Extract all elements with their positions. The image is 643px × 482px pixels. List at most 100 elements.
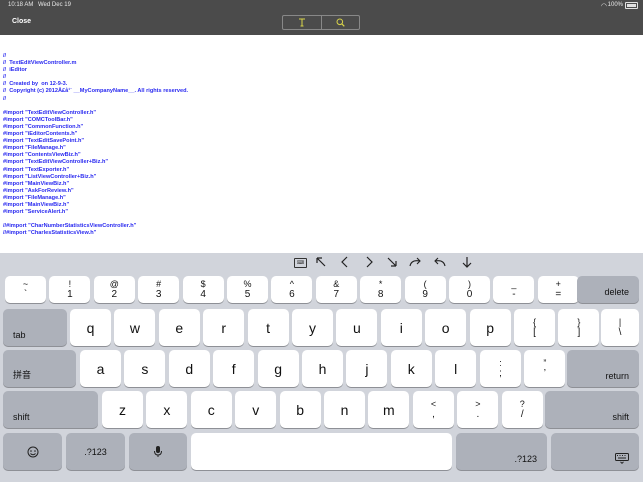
code-text[interactable]: //// TextEditViewController.m// iEditor /… xyxy=(3,53,188,237)
key-top-label: ) xyxy=(468,279,471,289)
key-label: return xyxy=(605,371,629,381)
key-label: .?123 xyxy=(84,446,107,457)
wifi-icon: ◠ xyxy=(600,3,607,10)
key-bottom-label: [ xyxy=(533,327,536,338)
key-q[interactable]: q xyxy=(70,309,111,346)
key-j[interactable]: j xyxy=(346,350,388,387)
key-0[interactable]: ) 0 xyxy=(449,276,490,303)
key-label: .?123 xyxy=(514,454,537,464)
key-z[interactable]: z xyxy=(102,391,143,428)
arrow-up-left-icon[interactable] xyxy=(315,256,327,271)
keyboard-hide-icon[interactable]: ⌨ xyxy=(294,258,307,268)
key-top-label: % xyxy=(243,279,252,289)
key-x[interactable]: x xyxy=(146,391,188,428)
key-bottom-label: ’ xyxy=(543,368,546,379)
search-icon[interactable] xyxy=(320,16,360,29)
key-label: shift xyxy=(612,412,629,422)
code-line: #import "AskForReview.h" xyxy=(3,187,74,194)
key-sym-2[interactable]: | \ xyxy=(601,309,639,346)
key-o[interactable]: o xyxy=(425,309,467,346)
key-4[interactable]: $4 xyxy=(182,276,224,303)
key-h[interactable]: h xyxy=(302,350,343,387)
key-i[interactable]: i xyxy=(380,309,422,346)
numbers-key-left[interactable]: .?123 xyxy=(66,433,125,470)
tab-key[interactable]: tab xyxy=(3,309,67,346)
key-8[interactable]: * 8 xyxy=(360,276,402,303)
key-punct-1[interactable]: ”’ xyxy=(524,350,566,387)
status-date: Wed Dec 19 xyxy=(38,2,71,8)
key-a[interactable]: a xyxy=(80,350,121,387)
key-label: i xyxy=(399,319,403,336)
undo-icon[interactable] xyxy=(433,256,446,271)
return-key[interactable]: return xyxy=(567,350,639,387)
key-s[interactable]: s xyxy=(124,350,166,387)
key-sym4-2[interactable]: ? / xyxy=(501,391,543,428)
key-bottom-label: - xyxy=(512,289,516,300)
arrow-down-right-icon[interactable] xyxy=(386,256,398,271)
key-1[interactable]: ! 1 xyxy=(49,276,91,303)
arrow-down-icon[interactable] xyxy=(461,256,473,271)
key-label: l xyxy=(454,360,458,377)
key-top-label: { xyxy=(532,317,536,327)
shift-key-left[interactable]: shift xyxy=(3,391,98,428)
key-w[interactable]: w xyxy=(114,309,156,346)
key-5[interactable]: % 5 xyxy=(227,276,268,303)
key-label: e xyxy=(175,319,184,336)
key-r[interactable]: r xyxy=(203,309,245,346)
code-line: #import "TextExporter.h" xyxy=(3,166,70,173)
key--[interactable]: _ - xyxy=(493,276,535,303)
key-f[interactable]: f xyxy=(213,350,255,387)
code-line: // iEditor xyxy=(3,67,27,74)
key-u[interactable]: u xyxy=(336,309,378,346)
space-bar[interactable] xyxy=(191,433,452,470)
key-label: 拼音 xyxy=(13,370,32,380)
key-9[interactable]: (9 xyxy=(404,276,446,303)
key-sym4-0[interactable]: <, xyxy=(413,391,454,428)
key-=[interactable]: + = xyxy=(537,276,579,303)
key-punct-0[interactable]: :; xyxy=(480,350,521,387)
redo-icon[interactable] xyxy=(409,256,422,271)
emoji-key[interactable] xyxy=(3,433,62,470)
close-button[interactable]: Close xyxy=(12,18,31,25)
shift-key-right[interactable]: shift xyxy=(545,391,639,428)
code-editor[interactable]: //// TextEditViewController.m// iEditor /… xyxy=(0,35,643,253)
key-t[interactable]: t xyxy=(247,309,289,346)
key-g[interactable]: g xyxy=(257,350,299,387)
key-label: delete xyxy=(604,287,629,297)
numbers-key-right[interactable]: .?123 xyxy=(456,433,547,470)
arrow-right-icon[interactable] xyxy=(363,256,375,271)
key-l[interactable]: l xyxy=(435,350,477,387)
key-b[interactable]: b xyxy=(279,391,321,428)
language-switch-key[interactable]: 拼音 xyxy=(3,350,76,387)
key-label: o xyxy=(441,319,450,336)
key-top-label: < xyxy=(430,399,437,409)
key-d[interactable]: d xyxy=(168,350,210,387)
dictation-key[interactable] xyxy=(129,433,187,470)
keyboard-dismiss-key[interactable] xyxy=(551,433,639,470)
key-v[interactable]: v xyxy=(235,391,277,428)
key-label: s xyxy=(141,360,149,377)
key-7[interactable]: & 7 xyxy=(315,276,357,303)
key-3[interactable]: #3 xyxy=(138,276,180,303)
key-sym-0[interactable]: {[ xyxy=(514,309,555,346)
key-k[interactable]: k xyxy=(390,350,432,387)
delete-key[interactable]: delete xyxy=(577,276,639,303)
key-e[interactable]: e xyxy=(158,309,200,346)
arrow-left-icon[interactable] xyxy=(339,256,351,271)
key-p[interactable]: p xyxy=(469,309,511,346)
key-label: j xyxy=(365,360,369,377)
code-line: #import "CommonFunction.h" xyxy=(3,123,84,130)
key-bottom-label: 3 xyxy=(155,289,162,300)
key-sym-1[interactable]: }] xyxy=(558,309,600,346)
key-sym4-1[interactable]: >. xyxy=(457,391,499,428)
key-6[interactable]: ^ 6 xyxy=(271,276,313,303)
key-`[interactable]: ~ ` xyxy=(5,276,46,303)
key-n[interactable]: n xyxy=(324,391,365,428)
key-m[interactable]: m xyxy=(368,391,410,428)
key-top-label: } xyxy=(577,317,581,327)
key-c[interactable]: c xyxy=(190,391,232,428)
key-2[interactable]: @2 xyxy=(93,276,135,303)
key-bottom-label: = xyxy=(555,289,562,300)
key-y[interactable]: y xyxy=(292,309,333,346)
text-cursor-icon[interactable] xyxy=(283,16,321,29)
